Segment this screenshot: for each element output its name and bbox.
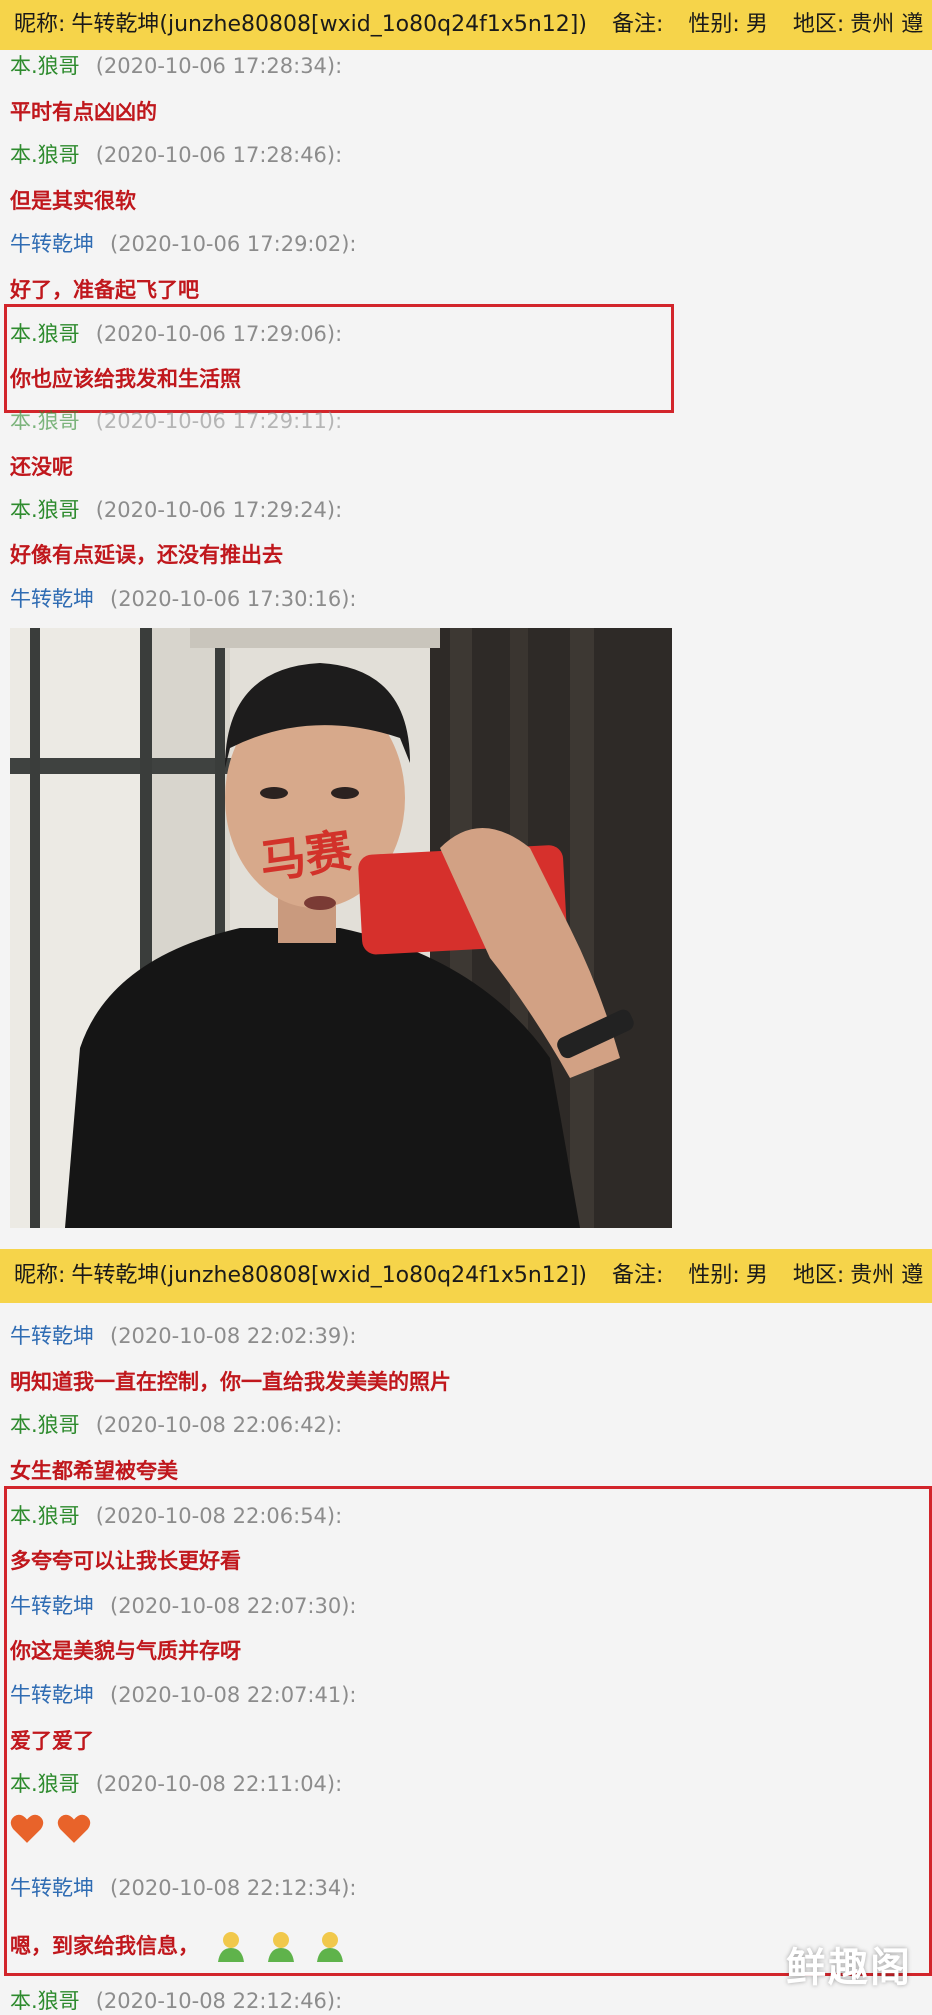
- sender-name: 牛转乾坤: [10, 1683, 94, 1707]
- bowing-person-icon: [316, 1932, 343, 1962]
- message-time: (2020-10-08 22:07:30):: [110, 1594, 357, 1618]
- message-time: (2020-10-08 22:11:04):: [95, 1772, 343, 1796]
- heart-icon: [58, 1814, 91, 1843]
- sender-name: 本.狼哥: [10, 1413, 80, 1437]
- chat-sender: 牛转乾坤 (2020-10-08 22:12:34):: [10, 1872, 357, 1902]
- sender-name: 本.狼哥: [10, 54, 80, 78]
- chat-message: 你这是美貌与气质并存呀: [10, 1639, 241, 1663]
- contact-info-bar-2: 昵称: 牛转乾坤(junzhe80808[wxid_1o80q24f1x5n12]…: [0, 1249, 932, 1303]
- chat-message: 你也应该给我发和生活照: [10, 367, 241, 391]
- chat-message: 但是其实很软: [10, 189, 136, 213]
- region-label: 地区:: [792, 1263, 845, 1288]
- chat-sender: 本.狼哥 (2020-10-06 17:28:34):: [10, 50, 342, 80]
- message-time: (2020-10-06 17:28:46):: [95, 143, 343, 167]
- chat-message: 好像有点延误，还没有推出去: [10, 543, 283, 567]
- sender-name: 牛转乾坤: [10, 587, 94, 611]
- message-time: (2020-10-08 22:02:39):: [110, 1324, 357, 1348]
- message-time: (2020-10-08 22:12:46):: [95, 1989, 343, 2013]
- heart-icon: [10, 1814, 44, 1843]
- chat-sender: 本.狼哥 (2020-10-06 17:29:24):: [10, 494, 342, 524]
- nickname-label: 昵称:: [14, 12, 66, 37]
- gender-label: 性别:: [688, 12, 740, 37]
- message-time: (2020-10-06 17:29:11):: [95, 409, 343, 433]
- message-time: (2020-10-06 17:30:16):: [110, 587, 357, 611]
- sender-name: 牛转乾坤: [10, 1324, 94, 1348]
- nickname-value: 牛转乾坤(junzhe80808[wxid_1o80q24f1x5n12]): [71, 12, 587, 37]
- nickname-value: 牛转乾坤(junzhe80808[wxid_1o80q24f1x5n12]): [71, 1263, 587, 1288]
- message-time: (2020-10-08 22:06:42):: [95, 1413, 343, 1437]
- chat-message: 嗯，到家给我信息，: [10, 1930, 347, 1964]
- selfie-image: 马赛: [10, 628, 672, 1228]
- sender-name: 本.狼哥: [10, 1989, 80, 2013]
- gender-value: 男: [745, 12, 768, 37]
- sender-name: 本.狼哥: [10, 409, 80, 433]
- chat-sender: 牛转乾坤 (2020-10-08 22:07:30):: [10, 1590, 357, 1620]
- message-time: (2020-10-08 22:07:41):: [110, 1683, 357, 1707]
- sender-name: 牛转乾坤: [10, 1594, 94, 1618]
- watermark: 鲜趣阁: [786, 1945, 912, 1991]
- message-time: (2020-10-06 17:29:06):: [95, 322, 343, 346]
- sender-name: 牛转乾坤: [10, 232, 94, 256]
- gender-value: 男: [745, 1263, 768, 1288]
- chat-sender: 本.狼哥 (2020-10-08 22:06:42):: [10, 1409, 342, 1439]
- remark-label: 备注:: [611, 1263, 664, 1288]
- nickname-label: 昵称:: [14, 1263, 66, 1288]
- chat-sender: 本.狼哥 (2020-10-08 22:06:54):: [10, 1500, 342, 1530]
- sender-name: 本.狼哥: [10, 143, 80, 167]
- message-time: (2020-10-06 17:29:02):: [110, 232, 357, 256]
- shared-photo[interactable]: 马赛: [10, 628, 672, 1228]
- sender-name: 本.狼哥: [10, 1772, 80, 1796]
- message-time: (2020-10-08 22:06:54):: [95, 1504, 343, 1528]
- gender-label: 性别:: [688, 1263, 740, 1288]
- chat-message: 爱了爱了: [10, 1729, 94, 1753]
- chat-sender: 本.狼哥 (2020-10-06 17:29:11):: [10, 405, 342, 435]
- chat-sender: 本.狼哥 (2020-10-06 17:28:46):: [10, 139, 342, 169]
- sender-name: 牛转乾坤: [10, 1876, 94, 1900]
- remark-label: 备注:: [611, 12, 664, 37]
- chat-message: 女生都希望被夸美: [10, 1459, 178, 1483]
- region-label: 地区:: [792, 12, 845, 37]
- chat-sender: 本.狼哥 (2020-10-08 22:11:04):: [10, 1768, 342, 1798]
- message-text: 嗯，到家给我信息，: [10, 1934, 199, 1958]
- sender-name: 本.狼哥: [10, 1504, 80, 1528]
- chat-sender: 本.狼哥 (2020-10-06 17:29:06):: [10, 318, 342, 348]
- chat-sender: 牛转乾坤 (2020-10-08 22:02:39):: [10, 1320, 357, 1350]
- bowing-person-icon: [267, 1932, 294, 1962]
- sender-name: 本.狼哥: [10, 322, 80, 346]
- region-value: 贵州 遵: [850, 12, 924, 37]
- chat-sender: 牛转乾坤 (2020-10-08 22:07:41):: [10, 1679, 357, 1709]
- chat-message: 好了，准备起飞了吧: [10, 278, 199, 302]
- chat-message: 平时有点凶凶的: [10, 100, 157, 124]
- region-value: 贵州 遵: [850, 1263, 924, 1288]
- chat-message: 明知道我一直在控制，你一直给我发美美的照片: [10, 1370, 451, 1394]
- contact-info-bar: 昵称: 牛转乾坤(junzhe80808[wxid_1o80q24f1x5n12]…: [0, 0, 932, 50]
- heart-emoji-message: [10, 1812, 97, 1844]
- chat-message: 多夸夸可以让我长更好看: [10, 1549, 241, 1573]
- sender-name: 本.狼哥: [10, 498, 80, 522]
- chat-sender: 牛转乾坤 (2020-10-06 17:29:02):: [10, 228, 357, 258]
- bowing-person-icon: [218, 1932, 245, 1962]
- chat-sender: 本.狼哥 (2020-10-08 22:12:46):: [10, 1985, 342, 2015]
- chat-sender: 牛转乾坤 (2020-10-06 17:30:16):: [10, 583, 357, 613]
- message-time: (2020-10-08 22:12:34):: [110, 1876, 357, 1900]
- message-time: (2020-10-06 17:29:24):: [95, 498, 343, 522]
- chat-message: 还没呢: [10, 455, 73, 479]
- message-time: (2020-10-06 17:28:34):: [95, 54, 343, 78]
